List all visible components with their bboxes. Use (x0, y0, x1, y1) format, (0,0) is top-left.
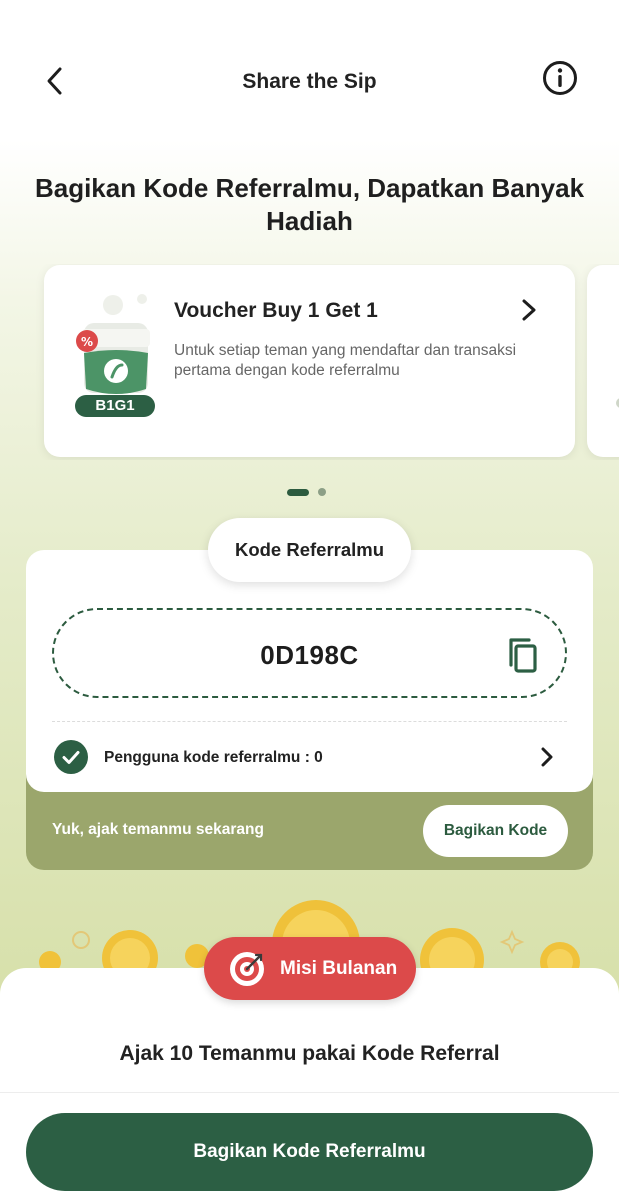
chevron-right-icon (541, 747, 553, 767)
referral-code-value[interactable]: 0D198C (54, 640, 565, 671)
copy-code-button[interactable] (503, 635, 541, 675)
voucher-illustration: % B1G1 (72, 289, 164, 419)
referral-section: Yuk, ajak temanmu sekarang Bagikan Kode … (26, 518, 593, 870)
copy-icon (509, 638, 537, 673)
mission-title: Ajak 10 Temanmu pakai Kode Referral (119, 1042, 500, 1065)
carousel-pagination (287, 488, 326, 496)
chevron-right-icon (522, 299, 536, 321)
voucher-badge: B1G1 (95, 397, 135, 414)
page-title: Share the Sip (242, 70, 377, 93)
app-header: Share the Sip (0, 0, 619, 150)
pagination-dot[interactable] (318, 488, 326, 496)
voucher-description: Untuk setiap teman yang mendaftar dan tr… (174, 342, 517, 379)
svg-text:%: % (81, 335, 93, 349)
referral-users-count: Pengguna kode referralmu : 0 (104, 749, 323, 766)
share-referral-button[interactable]: Bagikan Kode Referralmu (26, 1113, 593, 1191)
mission-sheet: Misi Bulanan Ajak 10 Temanmu pakai Kode … (0, 937, 619, 1200)
check-circle-icon (54, 740, 88, 774)
hero-title: Bagikan Kode Referralmu, Dapatkan Banyak… (34, 173, 585, 236)
voucher-card[interactable]: % B1G1 Voucher Buy 1 Get 1 Untuk setiap … (44, 265, 575, 457)
info-button[interactable] (541, 59, 579, 97)
pagination-dot-active[interactable] (287, 488, 309, 496)
share-code-button[interactable]: Bagikan Kode (423, 805, 568, 857)
referral-users-row[interactable]: Pengguna kode referralmu : 0 (54, 740, 559, 776)
invite-text: Yuk, ajak temanmu sekarang (52, 821, 264, 838)
referral-card: Kode Referralmu 0D198C Pengguna kode ref… (26, 518, 593, 792)
sheet-divider (0, 1092, 619, 1093)
voucher-detail-button[interactable] (514, 295, 544, 325)
referral-code-label: Kode Referralmu (208, 518, 411, 582)
voucher-title: Voucher Buy 1 Get 1 (174, 299, 378, 322)
partial-illustration (616, 398, 619, 408)
target-icon (230, 952, 264, 986)
referral-code-box: 0D198C (52, 608, 567, 698)
reward-carousel[interactable]: % B1G1 Voucher Buy 1 Get 1 Untuk setiap … (0, 264, 619, 460)
info-circle-icon (543, 61, 577, 95)
monthly-mission-label: Misi Bulanan (280, 958, 398, 979)
monthly-mission-button[interactable]: Misi Bulanan (204, 937, 416, 1000)
card-divider (52, 721, 567, 722)
next-reward-card[interactable] (587, 265, 619, 457)
